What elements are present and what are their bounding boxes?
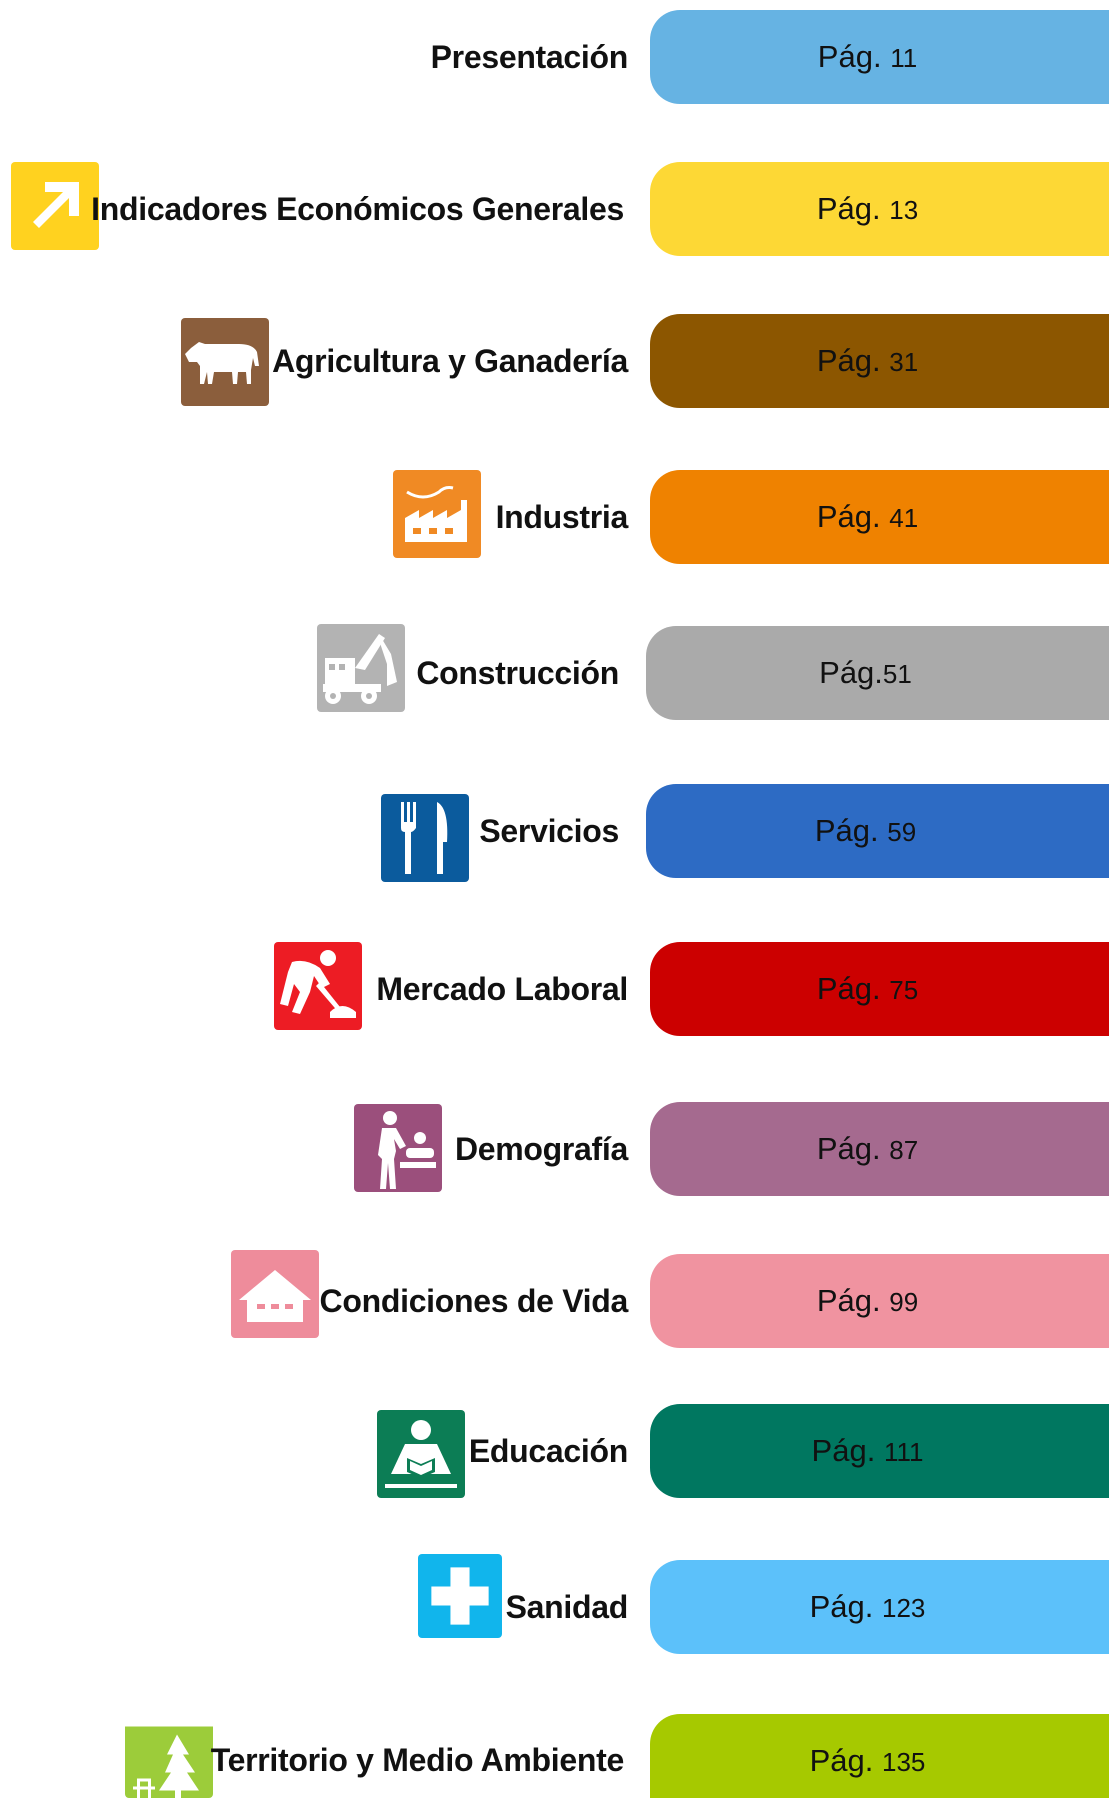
page-number: 11 <box>890 43 918 73</box>
medical-cross-icon <box>418 1554 502 1638</box>
page-number: 87 <box>889 1135 919 1165</box>
toc-row-demografia: Demografía Pág. 87 <box>0 1102 1109 1262</box>
toc-row-servicios: Servicios Pág. 59 <box>0 784 1109 944</box>
page-prefix: Pág. <box>816 1283 881 1318</box>
worker-shovel-icon <box>274 942 362 1030</box>
page-number: 51 <box>882 659 912 689</box>
toc-page-button[interactable]: Pág. 41 <box>650 470 1109 564</box>
page-prefix: Pág. <box>809 1743 874 1778</box>
page-number: 99 <box>889 1287 919 1317</box>
page-prefix: Pág. <box>816 343 881 378</box>
toc-row-sanidad: Sanidad Pág. 123 <box>0 1554 1109 1720</box>
toc-page-button[interactable]: Pág. 87 <box>650 1102 1109 1196</box>
toc-page-button[interactable]: Pág. 75 <box>650 942 1109 1036</box>
page-number: 41 <box>889 503 919 533</box>
toc-title: Presentación <box>430 38 629 75</box>
toc-page-button[interactable]: Pág. 135 <box>650 1714 1109 1798</box>
page-prefix: Pág. <box>816 499 881 534</box>
page-number: 135 <box>882 1747 926 1777</box>
toc-row-condiciones-vida: Condiciones de Vida Pág. 99 <box>0 1250 1109 1414</box>
page-number: 59 <box>887 817 917 847</box>
toc-title: Industria <box>495 498 629 535</box>
page-number: 13 <box>889 195 919 225</box>
toc-row-industria: Industria Pág. 41 <box>0 470 1109 630</box>
excavator-icon <box>317 624 405 712</box>
page-number: 75 <box>889 975 919 1005</box>
toc-title: Construcción <box>416 654 619 691</box>
toc-page-button[interactable]: Pág. 99 <box>650 1254 1109 1348</box>
factory-icon <box>393 470 481 558</box>
toc-row-construccion: Construcción Pág.51 <box>0 624 1109 786</box>
toc-title: Mercado Laboral <box>376 970 628 1007</box>
toc-page-button[interactable]: Pág. 11 <box>650 10 1109 104</box>
page-prefix: Pág. <box>814 813 879 848</box>
toc-page-button[interactable]: Pág.51 <box>646 626 1109 720</box>
page-number: 111 <box>883 1437 924 1467</box>
toc-row-educacion: Educación Pág. 111 <box>0 1404 1109 1564</box>
toc-title: Territorio y Medio Ambiente <box>210 1741 625 1778</box>
toc-page-button[interactable]: Pág. 59 <box>646 784 1109 878</box>
arrow-up-right-icon <box>11 162 99 250</box>
tree-picnic-icon <box>125 1721 213 1798</box>
page-prefix: Pág. <box>816 191 881 226</box>
page-number: 123 <box>882 1593 926 1623</box>
cow-icon <box>181 318 269 406</box>
toc-title: Sanidad <box>505 1588 629 1625</box>
toc-page-button[interactable]: Pág. 13 <box>650 162 1109 256</box>
toc-title: Educación <box>468 1432 628 1469</box>
toc-title: Demografía <box>454 1130 628 1167</box>
toc-title: Agricultura y Ganadería <box>272 342 628 379</box>
house-icon <box>231 1250 319 1338</box>
toc-page-button[interactable]: Pág. 31 <box>650 314 1109 408</box>
toc-page-button[interactable]: Pág. 123 <box>650 1560 1109 1654</box>
toc-title: Indicadores Económicos Generales <box>91 190 624 227</box>
page-prefix: Pág. <box>816 1131 881 1166</box>
baby-changing-icon <box>354 1104 442 1192</box>
page-number: 31 <box>889 347 919 377</box>
toc-row-territorio: Territorio y Medio Ambiente Pág. 135 <box>0 1713 1109 1798</box>
page-prefix: Pág. <box>811 1433 876 1468</box>
page-prefix: Pág. <box>809 1589 874 1624</box>
toc-title: Servicios <box>479 812 619 849</box>
page-prefix: Pág. <box>819 655 883 690</box>
toc-row-agricultura: Agricultura y Ganadería Pág. 31 <box>0 314 1109 474</box>
page-prefix: Pág. <box>816 971 881 1006</box>
reader-icon <box>377 1410 465 1498</box>
toc-row-indicadores: Indicadores Económicos Generales Pág. 13 <box>0 162 1109 322</box>
toc-title: Condiciones de Vida <box>319 1282 629 1319</box>
page-prefix: Pág. <box>817 39 882 74</box>
fork-knife-icon <box>381 794 469 882</box>
toc-page-button[interactable]: Pág. 111 <box>650 1404 1109 1498</box>
toc-row-presentacion: Presentación Pág. 11 <box>0 10 1109 170</box>
toc-row-mercado-laboral: Mercado Laboral Pág. 75 <box>0 942 1109 1102</box>
